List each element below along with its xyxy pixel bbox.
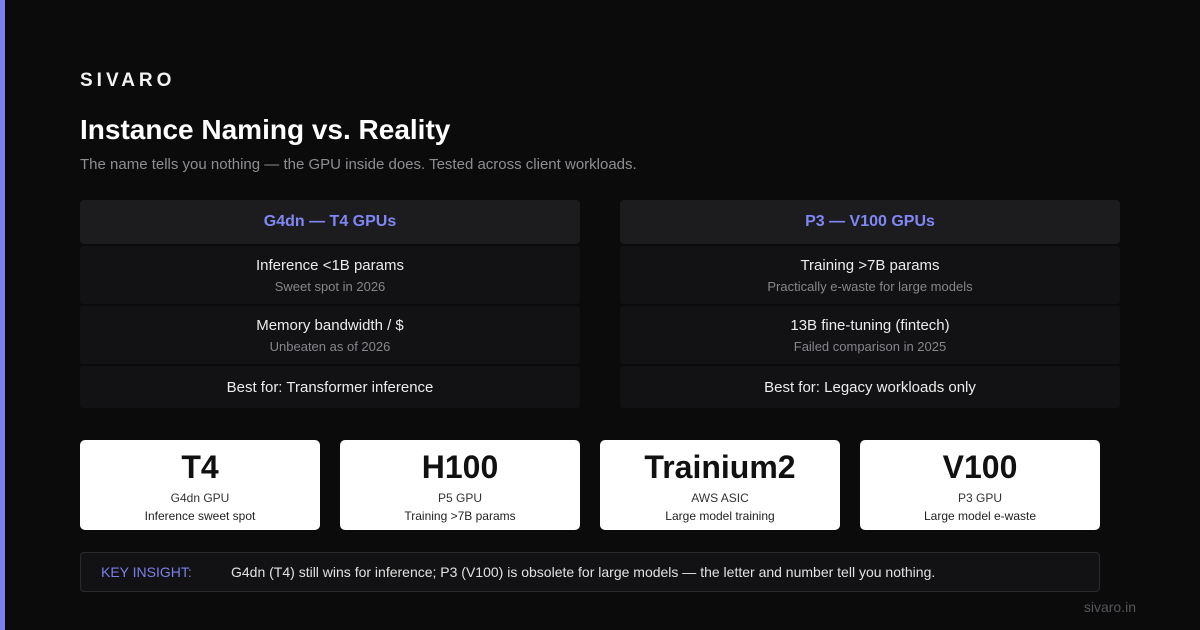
page-subtitle: The name tells you nothing — the GPU ins… <box>80 156 637 173</box>
row-sub-text: Practically e-waste for large models <box>767 278 973 294</box>
gpu-card-t4: T4 G4dn GPU Inference sweet spot <box>80 440 320 530</box>
card-label: G4dn GPU <box>170 491 230 505</box>
card-label: P3 GPU <box>957 491 1002 505</box>
row-main-text: 13B fine-tuning (fintech) <box>790 316 950 334</box>
card-note: Inference sweet spot <box>144 509 256 523</box>
row-sub-text: Unbeaten as of 2026 <box>269 338 391 354</box>
row-main-text: Training >7B params <box>800 256 940 274</box>
column-header: P3 — V100 GPUs <box>620 200 1120 244</box>
card-gpu-name: T4 <box>181 449 219 485</box>
key-insight-label: KEY INSIGHT: <box>101 564 192 580</box>
accent-bar <box>0 0 5 630</box>
row-sub-text: Failed comparison in 2025 <box>793 338 947 354</box>
comparison-column-p3: P3 — V100 GPUs Training >7B params Pract… <box>620 200 1120 408</box>
card-label: P5 GPU <box>437 491 482 505</box>
brand-logo: SIVARO <box>80 70 176 91</box>
card-note: Training >7B params <box>404 509 516 523</box>
comparison-row: 13B fine-tuning (fintech) Failed compari… <box>620 306 1120 364</box>
card-gpu-name: V100 <box>942 449 1018 485</box>
best-for-row: Best for: Legacy workloads only <box>620 366 1120 408</box>
best-for-text: Best for: Legacy workloads only <box>764 378 976 396</box>
row-main-text: Inference <1B params <box>255 256 404 274</box>
comparison-row: Memory bandwidth / $ Unbeaten as of 2026 <box>80 306 580 364</box>
card-note: Large model e-waste <box>923 509 1037 523</box>
column-header: G4dn — T4 GPUs <box>80 200 580 244</box>
footer-url: sivaro.in <box>1083 599 1136 615</box>
comparison-row: Training >7B params Practically e-waste … <box>620 246 1120 304</box>
card-note: Large model training <box>665 509 775 523</box>
key-insight-text: G4dn (T4) still wins for inference; P3 (… <box>231 564 936 580</box>
comparison-row: Inference <1B params Sweet spot in 2026 <box>80 246 580 304</box>
gpu-card-v100: V100 P3 GPU Large model e-waste <box>860 440 1100 530</box>
card-label: AWS ASIC <box>691 491 749 505</box>
row-sub-text: Sweet spot in 2026 <box>274 278 386 294</box>
gpu-card-trainium2: Trainium2 AWS ASIC Large model training <box>600 440 840 530</box>
page-title: Instance Naming vs. Reality <box>80 114 451 145</box>
gpu-card-h100: H100 P5 GPU Training >7B params <box>340 440 580 530</box>
best-for-text: Best for: Transformer inference <box>226 378 434 396</box>
key-insight-box: KEY INSIGHT: G4dn (T4) still wins for in… <box>80 552 1100 592</box>
comparison-column-g4dn: G4dn — T4 GPUs Inference <1B params Swee… <box>80 200 580 408</box>
best-for-row: Best for: Transformer inference <box>80 366 580 408</box>
card-gpu-name: Trainium2 <box>644 449 796 485</box>
card-gpu-name: H100 <box>421 449 499 485</box>
row-main-text: Memory bandwidth / $ <box>256 316 404 334</box>
